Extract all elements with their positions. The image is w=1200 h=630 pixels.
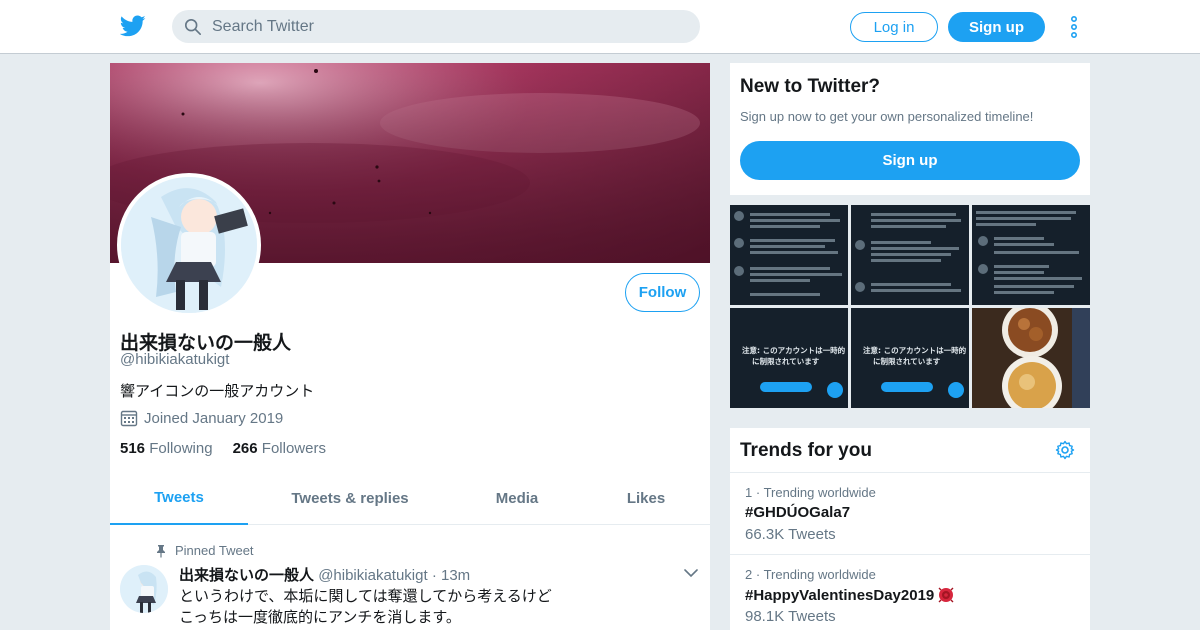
screenshot-thumbnail-image — [972, 205, 1090, 305]
pinned-tweet-label: Pinned Tweet — [155, 543, 254, 558]
svg-text:に制限されています: に制限されています — [752, 356, 820, 366]
trends-title: Trends for you — [740, 440, 872, 461]
trend-name: #GHDÚOGala7 — [745, 504, 850, 521]
tab-likes[interactable]: Likes — [582, 472, 710, 525]
trend-name: #HappyValentinesDay2019 — [745, 586, 955, 604]
gear-icon[interactable] — [1055, 440, 1075, 460]
trend-item[interactable]: 1 · Trending worldwide #GHDÚOGala7 66.3K… — [730, 473, 1090, 555]
following-label: Following — [149, 440, 213, 457]
svg-text:注意: このアカウントは一時的: 注意: このアカウントは一時的 — [742, 345, 846, 355]
follow-button[interactable]: Follow — [625, 273, 700, 312]
media-thumbnail[interactable]: 注意: このアカウントは一時的 に制限されています — [851, 308, 969, 408]
profile-card: Follow 出来損ないの一般人 @hibikiakatukigt 響アイコンの… — [110, 63, 710, 630]
calendar-icon — [120, 410, 138, 427]
login-button[interactable]: Log in — [850, 12, 938, 42]
profile-handle[interactable]: @hibikiakatukigt — [120, 351, 229, 368]
signup-button[interactable]: Sign up — [948, 12, 1045, 42]
trend-hashtag: #GHDÚOGala7 — [745, 504, 851, 521]
media-thumbnail[interactable] — [851, 205, 969, 305]
svg-text:に制限されています: に制限されています — [873, 356, 941, 366]
trend-context: Trending worldwide — [763, 567, 876, 582]
sidebar-signup-button[interactable]: Sign up — [740, 141, 1080, 180]
anime-girl-avatar-image — [120, 565, 168, 613]
trends-card: Trends for you 1 · Trending worldwide #G… — [730, 428, 1090, 630]
tweet-body: というわけで、本垢に関しては奪還してから考えるけど こっちは一度徹底的にアンチを… — [179, 586, 552, 628]
tweet-line: というわけで、本垢に関しては奪還してから考えるけど — [179, 588, 552, 605]
tab-media[interactable]: Media — [452, 472, 582, 525]
screenshot-thumbnail-image — [851, 205, 969, 305]
following-count: 516 — [120, 440, 146, 457]
more-vertical-icon[interactable] — [1068, 15, 1080, 39]
screenshot-thumbnail-image — [730, 205, 848, 305]
chevron-down-icon[interactable] — [684, 568, 698, 578]
tweet-author-name[interactable]: 出来損ないの一般人 — [179, 567, 314, 584]
top-navigation-bar: Log in Sign up — [0, 0, 1200, 54]
locked-notice-thumbnail-image: 注意: このアカウントは一時的 に制限されています — [730, 308, 848, 408]
new-to-twitter-card: New to Twitter? Sign up now to get your … — [730, 63, 1090, 195]
followers-count: 266 — [232, 440, 258, 457]
media-thumbnail[interactable] — [730, 205, 848, 305]
media-thumbnail[interactable] — [972, 308, 1090, 408]
followers-label: Followers — [261, 440, 326, 457]
trend-tweet-count: 66.3K Tweets — [745, 526, 836, 543]
new-to-twitter-subtitle: Sign up now to get your own personalized… — [740, 109, 1034, 124]
media-thumbnail[interactable] — [972, 205, 1090, 305]
profile-joined-date: Joined January 2019 — [120, 409, 283, 427]
anime-girl-avatar-image — [121, 177, 257, 313]
pin-icon — [157, 544, 165, 558]
media-gallery: 注意: このアカウントは一時的 に制限されています 注意: このアカウントは一時… — [730, 205, 1090, 408]
svg-text:注意: このアカウントは一時的: 注意: このアカウントは一時的 — [863, 345, 967, 355]
trend-rank: 1 — [745, 485, 753, 500]
trend-context: Trending worldwide — [763, 485, 876, 500]
followers-stat[interactable]: 266 Followers — [233, 440, 326, 457]
rose-icon — [938, 587, 954, 603]
profile-avatar[interactable] — [117, 173, 261, 317]
tweet-header: 出来損ないの一般人 @hibikiakatukigt · 13m — [179, 564, 470, 585]
twitter-bird-icon[interactable] — [120, 13, 146, 39]
trend-meta: 1 · Trending worldwide — [745, 485, 876, 500]
profile-bio: 響アイコンの一般アカウント — [120, 383, 315, 400]
tweet-author-handle[interactable]: @hibikiakatukigt — [318, 567, 427, 584]
tab-tweets[interactable]: Tweets — [110, 472, 248, 525]
tweet-timestamp[interactable]: 13m — [441, 567, 470, 584]
trend-meta: 2 · Trending worldwide — [745, 567, 876, 582]
trend-rank: 2 — [745, 567, 753, 582]
following-stat[interactable]: 516 Following — [120, 440, 213, 457]
locked-notice-thumbnail-image: 注意: このアカウントは一時的 に制限されています — [851, 308, 969, 408]
search-input[interactable] — [212, 10, 682, 43]
media-thumbnail[interactable]: 注意: このアカウントは一時的 に制限されています — [730, 308, 848, 408]
tweet-line: こっちは一度徹底的にアンチを消します。 — [179, 609, 461, 626]
tweet-author-avatar[interactable] — [120, 565, 168, 613]
tab-tweets-replies[interactable]: Tweets & replies — [248, 472, 452, 525]
search-icon — [184, 18, 202, 36]
tweet-separator: · — [431, 567, 437, 584]
trend-tweet-count: 98.1K Tweets — [745, 608, 836, 625]
food-photo-thumbnail-image — [972, 308, 1090, 408]
trend-hashtag: #HappyValentinesDay2019 — [745, 586, 935, 604]
trend-item[interactable]: 2 · Trending worldwide #HappyValentinesD… — [730, 555, 1090, 630]
profile-stats: 516 Following 266 Followers — [120, 440, 326, 457]
profile-tabs: Tweets Tweets & replies Media Likes — [110, 472, 710, 525]
search-box[interactable] — [172, 10, 700, 43]
pinned-text: Pinned Tweet — [175, 543, 254, 558]
joined-text: Joined January 2019 — [144, 409, 284, 427]
new-to-twitter-title: New to Twitter? — [740, 76, 881, 97]
